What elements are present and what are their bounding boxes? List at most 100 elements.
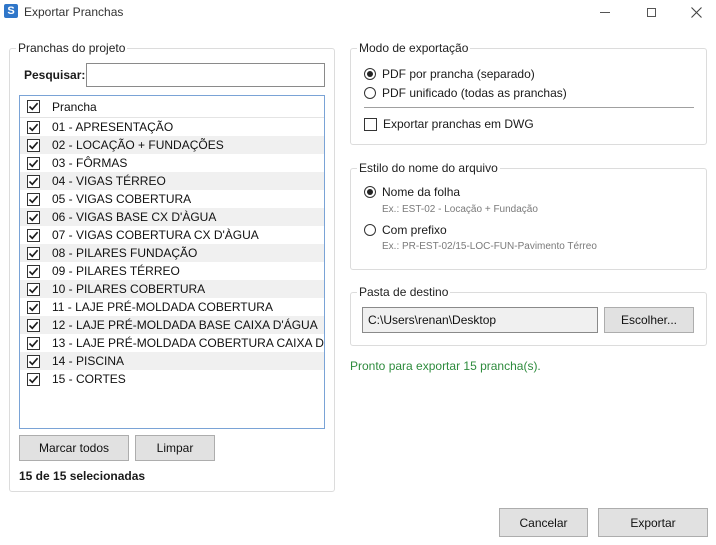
estilo-group-title: Estilo do nome do arquivo bbox=[357, 161, 500, 175]
mark-all-button[interactable]: Marcar todos bbox=[19, 435, 129, 461]
choose-folder-button[interactable]: Escolher... bbox=[604, 307, 694, 333]
list-item-label: 02 - LOCAÇÃO + FUNDAÇÕES bbox=[52, 138, 224, 152]
check-icon bbox=[28, 375, 39, 383]
radio-nome-folha-button[interactable] bbox=[364, 186, 376, 198]
list-item[interactable]: 05 - VIGAS COBERTURA bbox=[20, 190, 324, 208]
list-item-checkbox[interactable] bbox=[27, 228, 40, 242]
list-item-checkbox[interactable] bbox=[27, 336, 40, 350]
maximize-icon bbox=[646, 7, 656, 17]
select-all-checkbox[interactable] bbox=[27, 100, 40, 113]
radio-pdf-unificado[interactable]: PDF unificado (todas as pranchas) bbox=[364, 86, 567, 100]
minimize-button[interactable] bbox=[582, 0, 628, 24]
radio-pdf-separado-label: PDF por prancha (separado) bbox=[382, 67, 535, 81]
list-item-label: 01 - APRESENTAÇÃO bbox=[52, 120, 174, 134]
selected-count: 15 de 15 selecionadas bbox=[19, 469, 146, 483]
list-header: Prancha bbox=[20, 96, 324, 118]
check-icon bbox=[28, 141, 39, 149]
modo-separator bbox=[364, 107, 694, 108]
list-item[interactable]: 01 - APRESENTAÇÃO bbox=[20, 118, 324, 136]
list-item[interactable]: 07 - VIGAS COBERTURA CX D'ÀGUA bbox=[20, 226, 324, 244]
list-item-checkbox[interactable] bbox=[27, 282, 40, 296]
check-icon bbox=[28, 267, 39, 275]
maximize-button[interactable] bbox=[628, 0, 674, 24]
list-item-label: 07 - VIGAS COBERTURA CX D'ÀGUA bbox=[52, 228, 259, 242]
check-icon bbox=[28, 195, 39, 203]
list-item-checkbox[interactable] bbox=[27, 210, 40, 224]
cancel-button[interactable]: Cancelar bbox=[499, 508, 588, 537]
radio-pdf-unificado-button[interactable] bbox=[364, 87, 376, 99]
list-item-label: 04 - VIGAS TÉRREO bbox=[52, 174, 166, 188]
check-icon bbox=[28, 231, 39, 239]
radio-nome-folha[interactable]: Nome da folha bbox=[364, 185, 460, 199]
list-item[interactable]: 15 - CORTES bbox=[20, 370, 324, 388]
search-input[interactable] bbox=[86, 63, 325, 87]
destination-path-input[interactable] bbox=[362, 307, 598, 333]
status-message: Pronto para exportar 15 prancha(s). bbox=[350, 359, 541, 373]
com-prefixo-example: Ex.: PR-EST-02/15-LOC-FUN-Pavimento Térr… bbox=[382, 241, 597, 252]
radio-pdf-separado-button[interactable] bbox=[364, 68, 376, 80]
list-item-checkbox[interactable] bbox=[27, 138, 40, 152]
list-item-checkbox[interactable] bbox=[27, 192, 40, 206]
list-item-label: 08 - PILARES FUNDAÇÃO bbox=[52, 246, 198, 260]
list-header-label: Prancha bbox=[52, 99, 97, 114]
list-item-checkbox[interactable] bbox=[27, 354, 40, 368]
list-item-label: 06 - VIGAS BASE CX D'ÀGUA bbox=[52, 210, 217, 224]
export-button[interactable]: Exportar bbox=[598, 508, 708, 537]
list-item[interactable]: 13 - LAJE PRÉ-MOLDADA COBERTURA CAIXA D'… bbox=[20, 334, 324, 352]
list-item-label: 15 - CORTES bbox=[52, 372, 126, 386]
destino-group-title: Pasta de destino bbox=[357, 285, 451, 299]
list-item-checkbox[interactable] bbox=[27, 264, 40, 278]
radio-selected-dot bbox=[367, 189, 373, 195]
list-item-label: 14 - PISCINA bbox=[52, 354, 125, 368]
list-item-checkbox[interactable] bbox=[27, 300, 40, 314]
close-button[interactable] bbox=[673, 0, 716, 24]
pranchas-list[interactable]: Prancha 01 - APRESENTAÇÃO 02 - LOCAÇÃO + … bbox=[19, 95, 325, 429]
check-icon bbox=[28, 123, 39, 131]
list-item-label: 09 - PILARES TÉRREO bbox=[52, 264, 180, 278]
list-item[interactable]: 11 - LAJE PRÉ-MOLDADA COBERTURA bbox=[20, 298, 324, 316]
list-item[interactable]: 09 - PILARES TÉRREO bbox=[20, 262, 324, 280]
list-item-checkbox[interactable] bbox=[27, 318, 40, 332]
list-item[interactable]: 14 - PISCINA bbox=[20, 352, 324, 370]
list-item[interactable]: 04 - VIGAS TÉRREO bbox=[20, 172, 324, 190]
estilo-group: Estilo do nome do arquivo bbox=[350, 161, 707, 270]
list-item-checkbox[interactable] bbox=[27, 120, 40, 134]
clear-button[interactable]: Limpar bbox=[135, 435, 215, 461]
search-label: Pesquisar: bbox=[24, 68, 86, 82]
list-item-label: 05 - VIGAS COBERTURA bbox=[52, 192, 192, 206]
list-item[interactable]: 06 - VIGAS BASE CX D'ÀGUA bbox=[20, 208, 324, 226]
window-title: Exportar Pranchas bbox=[24, 5, 124, 19]
check-icon bbox=[28, 339, 39, 347]
list-item[interactable]: 10 - PILARES COBERTURA bbox=[20, 280, 324, 298]
radio-pdf-separado[interactable]: PDF por prancha (separado) bbox=[364, 67, 535, 81]
radio-pdf-unificado-label: PDF unificado (todas as pranchas) bbox=[382, 86, 567, 100]
modo-group-title: Modo de exportação bbox=[357, 41, 471, 55]
radio-com-prefixo-label: Com prefixo bbox=[382, 223, 447, 237]
list-item[interactable]: 02 - LOCAÇÃO + FUNDAÇÕES bbox=[20, 136, 324, 154]
radio-com-prefixo[interactable]: Com prefixo bbox=[364, 223, 447, 237]
check-icon bbox=[28, 321, 39, 329]
dwg-checkbox[interactable] bbox=[364, 117, 377, 131]
list-body: 01 - APRESENTAÇÃO 02 - LOCAÇÃO + FUNDAÇÕE… bbox=[20, 118, 324, 388]
radio-selected-dot bbox=[367, 71, 373, 77]
check-icon bbox=[28, 303, 39, 311]
list-item-checkbox[interactable] bbox=[27, 156, 40, 170]
check-icon bbox=[28, 159, 39, 167]
app-icon: S bbox=[4, 4, 18, 18]
list-item-checkbox[interactable] bbox=[27, 372, 40, 386]
list-item[interactable]: 03 - FÔRMAS bbox=[20, 154, 324, 172]
list-item[interactable]: 12 - LAJE PRÉ-MOLDADA BASE CAIXA D'ÁGUA bbox=[20, 316, 324, 334]
check-icon bbox=[28, 177, 39, 185]
list-item[interactable]: 08 - PILARES FUNDAÇÃO bbox=[20, 244, 324, 262]
radio-nome-folha-label: Nome da folha bbox=[382, 185, 461, 199]
radio-com-prefixo-button[interactable] bbox=[364, 224, 376, 236]
nome-folha-example: Ex.: EST-02 - Locação + Fundação bbox=[382, 204, 538, 215]
list-item-checkbox[interactable] bbox=[27, 174, 40, 188]
list-item-label: 11 - LAJE PRÉ-MOLDADA COBERTURA bbox=[52, 300, 273, 314]
dwg-checkbox-row[interactable]: Exportar pranchas em DWG bbox=[364, 117, 534, 131]
minimize-icon bbox=[600, 11, 610, 13]
list-item-label: 10 - PILARES COBERTURA bbox=[52, 282, 206, 296]
check-icon bbox=[28, 213, 39, 221]
list-item-label: 13 - LAJE PRÉ-MOLDADA COBERTURA CAIXA D'… bbox=[52, 336, 325, 350]
list-item-checkbox[interactable] bbox=[27, 246, 40, 260]
